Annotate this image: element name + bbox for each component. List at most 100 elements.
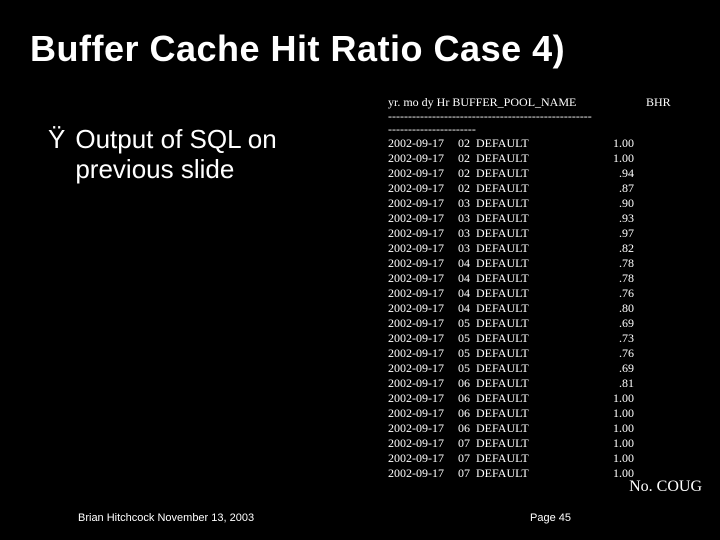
cell-hr: 04 [458, 271, 476, 286]
cell-pool: DEFAULT [476, 226, 604, 241]
cell-hr: 04 [458, 286, 476, 301]
cell-hr: 06 [458, 406, 476, 421]
cell-date: 2002-09-17 [388, 376, 458, 391]
cell-hr: 05 [458, 331, 476, 346]
table-row: 2002-09-1704DEFAULT.76 [388, 286, 634, 301]
cell-date: 2002-09-17 [388, 196, 458, 211]
bullet-block: Ÿ Output of SQL on previous slide [48, 124, 368, 184]
table-row: 2002-09-1705DEFAULT.73 [388, 331, 634, 346]
cell-pool: DEFAULT [476, 361, 604, 376]
cell-pool: DEFAULT [476, 406, 604, 421]
cell-hr: 02 [458, 166, 476, 181]
cell-hr: 07 [458, 466, 476, 481]
cell-hr: 04 [458, 256, 476, 271]
cell-pool: DEFAULT [476, 301, 604, 316]
slide: Buffer Cache Hit Ratio Case 4) Ÿ Output … [0, 0, 720, 540]
sql-output-block: yr. mo dy Hr BUFFER_POOL_NAME BHR ------… [388, 95, 634, 481]
table-row: 2002-09-1707DEFAULT1.00 [388, 451, 634, 466]
cell-pool: DEFAULT [476, 271, 604, 286]
cell-date: 2002-09-17 [388, 406, 458, 421]
cell-bhr: 1.00 [604, 391, 634, 406]
table-row: 2002-09-1702DEFAULT.94 [388, 166, 634, 181]
cell-hr: 03 [458, 211, 476, 226]
cell-pool: DEFAULT [476, 196, 604, 211]
cell-pool: DEFAULT [476, 376, 604, 391]
cell-pool: DEFAULT [476, 181, 604, 196]
cell-date: 2002-09-17 [388, 436, 458, 451]
table-row: 2002-09-1703DEFAULT.97 [388, 226, 634, 241]
cell-date: 2002-09-17 [388, 391, 458, 406]
cell-bhr: .82 [604, 241, 634, 256]
table-row: 2002-09-1705DEFAULT.69 [388, 361, 634, 376]
table-row: 2002-09-1706DEFAULT.81 [388, 376, 634, 391]
table-header-bhr: BHR [646, 95, 671, 110]
cell-bhr: .76 [604, 346, 634, 361]
cell-date: 2002-09-17 [388, 241, 458, 256]
cell-date: 2002-09-17 [388, 301, 458, 316]
cell-hr: 06 [458, 376, 476, 391]
table-row: 2002-09-1704DEFAULT.78 [388, 271, 634, 286]
table-row: 2002-09-1707DEFAULT1.00 [388, 466, 634, 481]
cell-bhr: 1.00 [604, 451, 634, 466]
cell-hr: 02 [458, 151, 476, 166]
cell-bhr: .78 [604, 271, 634, 286]
table-row: 2002-09-1704DEFAULT.80 [388, 301, 634, 316]
cell-bhr: .69 [604, 316, 634, 331]
cell-hr: 07 [458, 451, 476, 466]
bullet-line-1: Output of SQL on [75, 124, 276, 154]
footer-org: No. COUG [629, 478, 702, 496]
cell-pool: DEFAULT [476, 391, 604, 406]
table-row: 2002-09-1706DEFAULT1.00 [388, 406, 634, 421]
table-row: 2002-09-1702DEFAULT.87 [388, 181, 634, 196]
table-row: 2002-09-1704DEFAULT.78 [388, 256, 634, 271]
cell-pool: DEFAULT [476, 211, 604, 226]
cell-pool: DEFAULT [476, 256, 604, 271]
footer-author: Brian Hitchcock November 13, 2003 [78, 512, 254, 524]
footer-page: Page 45 [530, 512, 571, 524]
table-dashes-2: ---------------------- [388, 123, 634, 136]
cell-hr: 03 [458, 196, 476, 211]
cell-hr: 05 [458, 346, 476, 361]
bullet-marker: Ÿ [48, 124, 65, 154]
cell-bhr: .69 [604, 361, 634, 376]
cell-hr: 02 [458, 181, 476, 196]
table-row: 2002-09-1703DEFAULT.90 [388, 196, 634, 211]
cell-hr: 07 [458, 436, 476, 451]
table-row: 2002-09-1705DEFAULT.69 [388, 316, 634, 331]
cell-bhr: 1.00 [604, 406, 634, 421]
cell-bhr: .94 [604, 166, 634, 181]
cell-date: 2002-09-17 [388, 316, 458, 331]
cell-date: 2002-09-17 [388, 181, 458, 196]
table-row: 2002-09-1707DEFAULT1.00 [388, 436, 634, 451]
table-row: 2002-09-1702DEFAULT1.00 [388, 151, 634, 166]
cell-hr: 02 [458, 136, 476, 151]
cell-date: 2002-09-17 [388, 466, 458, 481]
cell-date: 2002-09-17 [388, 286, 458, 301]
table-header-left: yr. mo dy Hr BUFFER_POOL_NAME [388, 95, 576, 109]
cell-date: 2002-09-17 [388, 331, 458, 346]
cell-pool: DEFAULT [476, 166, 604, 181]
cell-pool: DEFAULT [476, 151, 604, 166]
cell-date: 2002-09-17 [388, 271, 458, 286]
cell-date: 2002-09-17 [388, 451, 458, 466]
cell-pool: DEFAULT [476, 466, 604, 481]
table-row: 2002-09-1706DEFAULT1.00 [388, 391, 634, 406]
cell-hr: 06 [458, 391, 476, 406]
cell-pool: DEFAULT [476, 241, 604, 256]
cell-bhr: .81 [604, 376, 634, 391]
cell-pool: DEFAULT [476, 451, 604, 466]
cell-date: 2002-09-17 [388, 211, 458, 226]
cell-date: 2002-09-17 [388, 421, 458, 436]
cell-bhr: 1.00 [604, 136, 634, 151]
cell-bhr: .78 [604, 256, 634, 271]
cell-date: 2002-09-17 [388, 151, 458, 166]
cell-bhr: 1.00 [604, 436, 634, 451]
cell-bhr: .76 [604, 286, 634, 301]
table-row: 2002-09-1705DEFAULT.76 [388, 346, 634, 361]
cell-hr: 03 [458, 226, 476, 241]
slide-title: Buffer Cache Hit Ratio Case 4) [30, 28, 565, 70]
cell-hr: 05 [458, 361, 476, 376]
cell-bhr: .80 [604, 301, 634, 316]
cell-hr: 04 [458, 301, 476, 316]
cell-date: 2002-09-17 [388, 361, 458, 376]
